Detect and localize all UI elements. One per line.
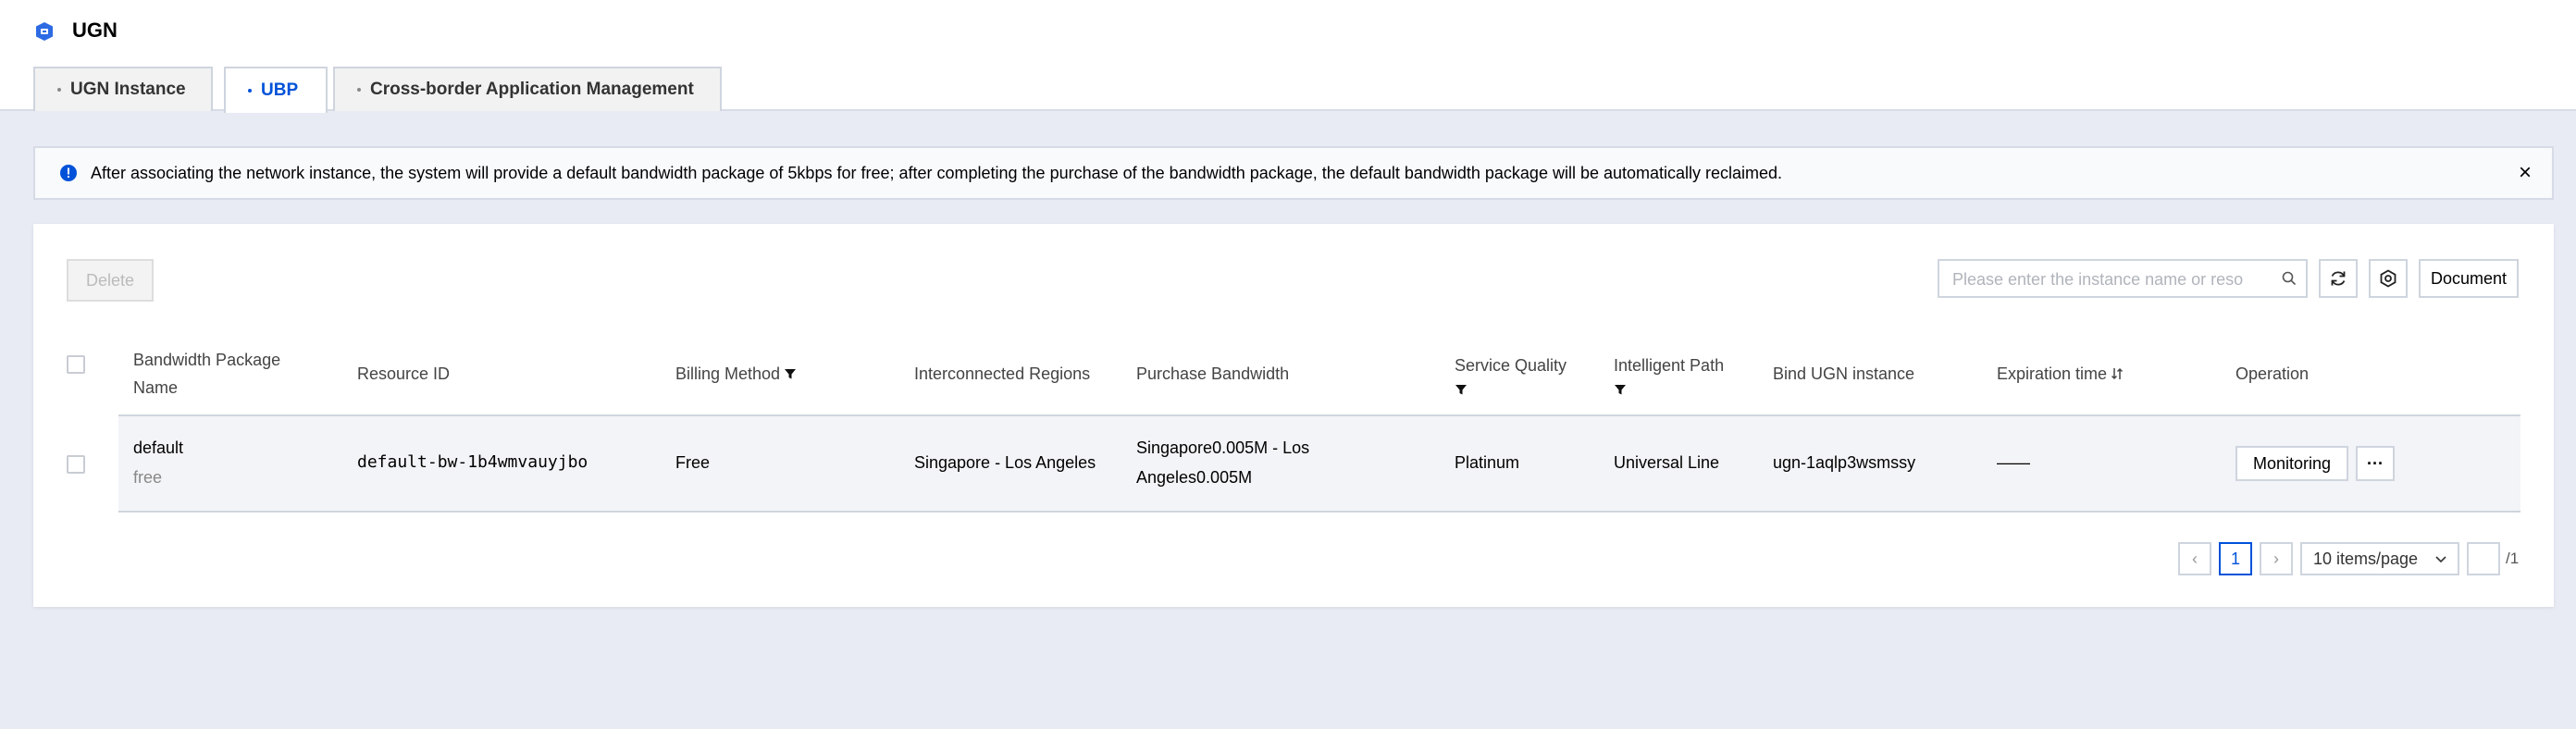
column-header-expiration[interactable]: Expiration time [1997, 333, 2124, 414]
column-header-regions: Interconnected Regions [914, 333, 1090, 414]
cell-intelligent-path: Universal Line [1614, 453, 1720, 472]
column-header-name[interactable]: Bandwidth Package Name [133, 333, 280, 414]
close-icon[interactable]: × [2519, 160, 2532, 186]
page-jump-input[interactable] [2467, 542, 2500, 575]
cell-bind-ugn: ugn-1aqlp3wsmssy [1773, 453, 1916, 472]
settings-button[interactable] [2369, 259, 2408, 298]
monitoring-button[interactable]: Monitoring [2235, 446, 2348, 481]
delete-button[interactable]: Delete [67, 259, 154, 302]
row-checkbox[interactable] [67, 455, 85, 474]
header-text: Name [133, 378, 179, 397]
package-name-sub: free [133, 468, 163, 487]
top-bar: UGN UGN Instance UBP Cross-border Applic… [0, 0, 2576, 113]
header-text: Operation [2235, 364, 2310, 383]
column-header-resource-id: Resource ID [357, 333, 450, 414]
header-text: Expiration time [1997, 364, 2108, 383]
page-size-value: 10 items/page [2313, 549, 2419, 568]
column-header-intelligent-path[interactable]: Intelligent Path [1614, 333, 1724, 414]
more-actions-button[interactable]: ··· [2356, 446, 2395, 481]
cell-expiration: —— [1997, 453, 2030, 472]
header-text: Interconnected Regions [914, 364, 1091, 383]
header-text: Bind UGN instance [1773, 364, 1915, 383]
header-text: Bandwidth Package [133, 351, 281, 369]
cell-purchase-bandwidth: Singapore0.005M - Los Angeles0.005M [1136, 433, 1309, 492]
column-header-operation: Operation [2235, 333, 2309, 414]
search-box [1938, 259, 2308, 298]
package-name: default [133, 439, 184, 457]
cell-resource-id: default-bw-1b4wmvauyjbo [357, 452, 588, 472]
bandwidth-package-panel: Delete Document Bandwidth Package Name R… [33, 224, 2554, 607]
next-page-button[interactable]: › [2260, 542, 2293, 575]
column-header-service-quality[interactable]: Service Quality [1455, 333, 1567, 414]
tab-label: Cross-border Application Management [370, 80, 694, 99]
alert-message: After associating the network instance, … [91, 164, 1783, 182]
tab-ubp[interactable]: UBP [224, 67, 328, 113]
search-input[interactable] [1951, 268, 2269, 290]
ugn-logo-icon [36, 22, 53, 41]
gear-icon [2380, 269, 2396, 288]
tab-cross-border-app-management[interactable]: Cross-border Application Management [333, 67, 722, 111]
sort-icon[interactable] [2111, 367, 2124, 380]
search-icon[interactable] [2282, 271, 2297, 286]
tab-dot-icon [248, 89, 252, 93]
tab-dot-icon [57, 88, 61, 92]
cell-service-quality: Platinum [1455, 453, 1520, 472]
document-button[interactable]: Document [2419, 259, 2519, 298]
page-size-select[interactable]: 10 items/page [2300, 542, 2459, 575]
tab-label: UGN Instance [70, 80, 186, 99]
header-text: Intelligent Path [1614, 356, 1725, 375]
table-row: default free default-bw-1b4wmvauyjbo Fre… [118, 416, 2520, 513]
page-title: UGN [72, 19, 118, 42]
tab-ugn-instance[interactable]: UGN Instance [33, 67, 213, 111]
header-text: Resource ID [357, 364, 451, 383]
filter-icon[interactable] [1455, 383, 1468, 396]
header-text: Purchase Bandwidth [1136, 364, 1290, 383]
prev-page-button[interactable]: ‹ [2178, 542, 2211, 575]
cell-name: default free [133, 433, 183, 492]
refresh-icon [2331, 271, 2346, 286]
table-header: Bandwidth Package Name Resource ID Billi… [118, 333, 2520, 416]
tab-label: UBP [261, 80, 299, 100]
cell-regions: Singapore - Los Angeles [914, 453, 1096, 472]
bandwidth-text: Singapore0.005M - Los [1136, 439, 1310, 457]
header-text: Billing Method [675, 364, 781, 383]
info-alert: After associating the network instance, … [33, 146, 2554, 200]
select-all-checkbox[interactable] [67, 355, 85, 374]
header-text: Service Quality [1455, 356, 1567, 375]
page-number-button[interactable]: 1 [2219, 542, 2252, 575]
chevron-down-icon [2435, 556, 2446, 563]
tab-dot-icon [357, 88, 361, 92]
column-header-billing-method[interactable]: Billing Method [675, 333, 797, 414]
filter-icon[interactable] [784, 367, 797, 380]
column-header-purchase-bandwidth: Purchase Bandwidth [1136, 333, 1289, 414]
total-pages: /1 [2506, 550, 2520, 567]
cell-billing-method: Free [675, 453, 711, 472]
filter-icon[interactable] [1614, 383, 1627, 396]
bandwidth-text: Angeles0.005M [1136, 468, 1253, 487]
refresh-button[interactable] [2319, 259, 2358, 298]
column-header-bind-ugn: Bind UGN instance [1773, 333, 1914, 414]
info-icon [60, 165, 77, 181]
